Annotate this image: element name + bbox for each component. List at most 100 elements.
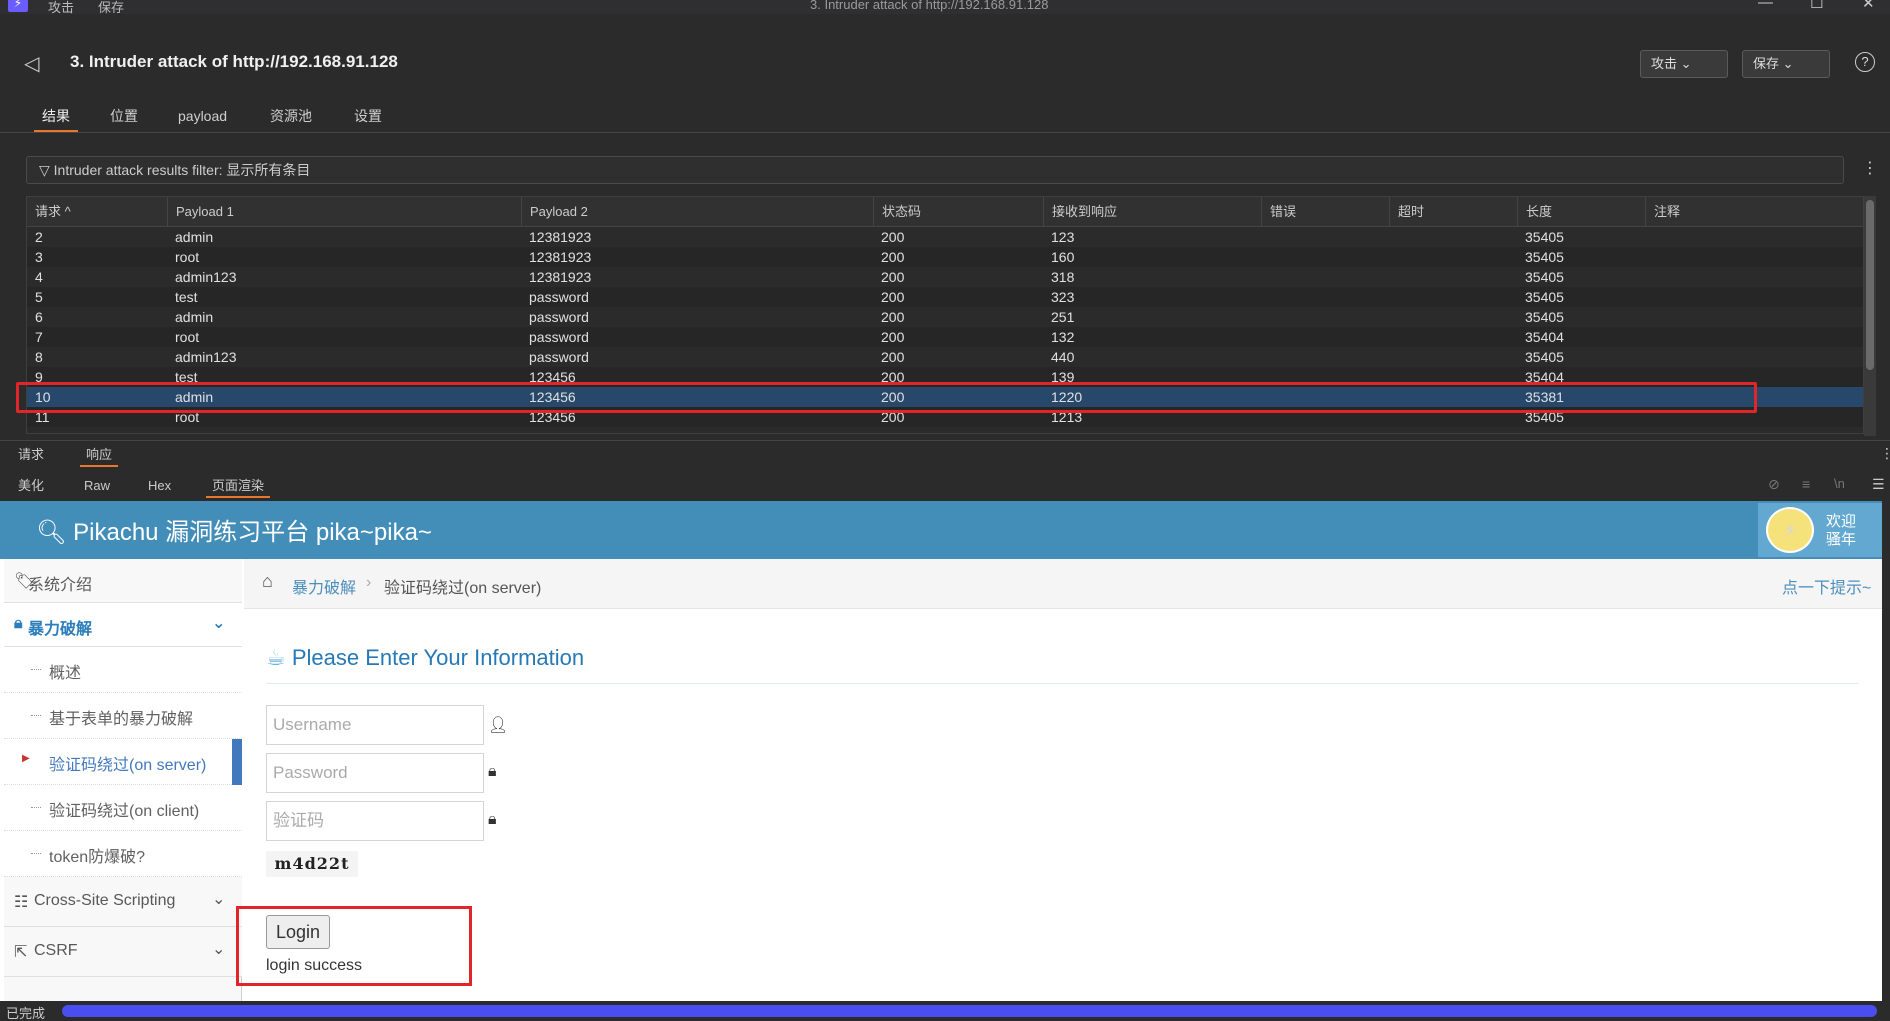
filter-icon: ▽ bbox=[39, 162, 54, 178]
progress-bar bbox=[62, 1005, 1877, 1017]
table-cell: 12381923 bbox=[529, 229, 592, 245]
table-row[interactable]: 7 root password 200 132 35404 bbox=[27, 327, 1863, 347]
sidebar-sub-form[interactable]: 基于表单的暴力破解 bbox=[4, 693, 242, 739]
heading-divider bbox=[266, 683, 1858, 684]
col-status[interactable]: 状态码 bbox=[873, 197, 1043, 227]
banner-title: 🔍︎ Pikachu 漏洞练习平台 pika~pika~ bbox=[36, 512, 432, 547]
sidebar-sub-captcha-server[interactable]: ▶ 验证码绕过(on server) bbox=[4, 739, 242, 785]
tab-payload[interactable]: payload bbox=[170, 106, 235, 132]
tab-request[interactable]: 请求 bbox=[12, 445, 50, 467]
table-cell: 200 bbox=[881, 229, 905, 245]
tab-raw[interactable]: Raw bbox=[78, 476, 116, 498]
more-options-icon[interactable]: ⋮ bbox=[1862, 158, 1878, 178]
col-payload2[interactable]: Payload 2 bbox=[521, 197, 873, 227]
sub-label: 概述 bbox=[49, 665, 82, 682]
close-icon[interactable]: ✕ bbox=[1862, 0, 1875, 12]
sub-label: 基于表单的暴力破解 bbox=[49, 711, 194, 728]
active-marker bbox=[232, 739, 242, 785]
table-cell: 8 bbox=[35, 349, 43, 365]
sub-label: 验证码绕过(on client) bbox=[49, 803, 200, 820]
col-timeout[interactable]: 超时 bbox=[1389, 197, 1517, 227]
pikachu-banner: 🔍︎ Pikachu 漏洞练习平台 pika~pika~ ⚡ 欢迎 骚年 bbox=[0, 501, 1882, 559]
tab-positions[interactable]: 位置 bbox=[102, 106, 146, 132]
table-row[interactable]: 6 admin password 200 251 35405 bbox=[27, 307, 1863, 327]
wrap-icon[interactable]: ≡ bbox=[1802, 476, 1810, 492]
sidebar-item-csrf[interactable]: ⇱ CSRF ⌄ bbox=[4, 927, 242, 977]
table-cell: 2 bbox=[35, 229, 43, 245]
breadcrumb-link[interactable]: 暴力破解 bbox=[292, 574, 356, 598]
attack-dropdown-button[interactable]: 攻击 ⌄ bbox=[1640, 50, 1728, 78]
tab-divider bbox=[0, 132, 1890, 133]
dots bbox=[31, 807, 41, 808]
table-cell: 35405 bbox=[1525, 229, 1564, 245]
table-cell: 123 bbox=[1051, 229, 1075, 245]
col-comment[interactable]: 注释 bbox=[1645, 197, 1863, 227]
menu-icon[interactable]: ☰ bbox=[1872, 476, 1885, 493]
sidebar-sub-captcha-client[interactable]: 验证码绕过(on client) bbox=[4, 785, 242, 831]
back-arrow-icon[interactable]: ◁ bbox=[24, 51, 39, 76]
sidebar-item-xss[interactable]: ☷ Cross-Site Scripting ⌄ bbox=[4, 877, 242, 927]
table-cell: 4 bbox=[35, 269, 43, 285]
save-dropdown-button[interactable]: 保存 ⌄ bbox=[1742, 50, 1830, 78]
tab-response[interactable]: 响应 bbox=[80, 445, 119, 467]
table-cell: password bbox=[529, 329, 589, 345]
list-icon: ☷ bbox=[14, 894, 29, 911]
highlight-box-login bbox=[236, 906, 472, 986]
sidebar-sub-overview[interactable]: 概述 bbox=[4, 647, 242, 693]
table-cell: 160 bbox=[1051, 249, 1075, 265]
table-cell: password bbox=[529, 289, 589, 305]
tab-settings[interactable]: 设置 bbox=[346, 106, 390, 132]
dots bbox=[31, 715, 41, 716]
password-input[interactable]: Password bbox=[266, 753, 484, 793]
col-request[interactable]: 请求 ^ bbox=[27, 197, 167, 227]
tab-results[interactable]: 结果 bbox=[34, 106, 78, 132]
table-cell: 251 bbox=[1051, 309, 1075, 325]
lock-icon: 🔒︎ bbox=[488, 763, 497, 780]
user-avatar[interactable]: ⚡ 欢迎 骚年 bbox=[1758, 503, 1882, 557]
sidebar-item-brute[interactable]: 🔒︎ 暴力破解 ⌄ bbox=[4, 603, 242, 647]
maximize-icon[interactable]: ☐ bbox=[1810, 0, 1823, 12]
scrollbar-thumb[interactable] bbox=[1866, 200, 1874, 370]
table-cell: 12381923 bbox=[529, 249, 592, 265]
col-length[interactable]: 长度 bbox=[1517, 197, 1645, 227]
col-response-received[interactable]: 接收到响应 bbox=[1043, 197, 1261, 227]
breadcrumb: ⌂ 暴力破解 › 验证码绕过(on server) 点一下提示~ bbox=[244, 559, 1882, 609]
tab-hex[interactable]: Hex bbox=[142, 476, 177, 498]
hide-icon[interactable]: ⊘ bbox=[1768, 476, 1780, 493]
table-cell: 200 bbox=[881, 309, 905, 325]
table-row[interactable]: 4 admin123 12381923 200 318 35405 bbox=[27, 267, 1863, 287]
table-cell: 200 bbox=[881, 269, 905, 285]
help-icon[interactable]: ? bbox=[1855, 52, 1875, 72]
captcha-image: m4d22t bbox=[266, 851, 358, 877]
key-icon: 🔍︎ bbox=[36, 519, 74, 546]
tab-pretty[interactable]: 美化 bbox=[12, 476, 50, 498]
results-filter-bar[interactable]: ▽ Intruder attack results filter: 显示所有条目 bbox=[26, 156, 1844, 184]
breadcrumb-current: 验证码绕过(on server) bbox=[384, 580, 542, 597]
burp-logo-icon: ⚡ bbox=[8, 0, 28, 12]
table-cell: 35405 bbox=[1525, 349, 1564, 365]
sidebar-xss-label: Cross-Site Scripting bbox=[34, 892, 176, 909]
home-icon[interactable]: ⌂ bbox=[262, 571, 273, 592]
captcha-input[interactable]: 验证码 bbox=[266, 801, 484, 841]
table-row[interactable]: 3 root 12381923 200 160 35405 bbox=[27, 247, 1863, 267]
tab-render[interactable]: 页面渲染 bbox=[206, 476, 271, 498]
table-row[interactable]: 2 admin 12381923 200 123 35405 bbox=[27, 227, 1863, 247]
table-row[interactable]: 5 test password 200 323 35405 bbox=[27, 287, 1863, 307]
minimize-icon[interactable]: — bbox=[1758, 0, 1773, 11]
table-cell: test bbox=[175, 289, 198, 305]
sidebar-item-intro[interactable]: 🏷︎ 系统介绍 bbox=[4, 559, 242, 603]
title-bar: ⚡ 攻击 保存 3. Intruder attack of http://192… bbox=[0, 0, 1890, 15]
tab-resource-pool[interactable]: 资源池 bbox=[262, 106, 320, 132]
username-input[interactable]: Username bbox=[266, 705, 484, 745]
table-cell: 3 bbox=[35, 249, 43, 265]
table-scrollbar[interactable] bbox=[1864, 196, 1876, 436]
col-payload1[interactable]: Payload 1 bbox=[167, 197, 521, 227]
sidebar-sub-token[interactable]: token防爆破? bbox=[4, 831, 242, 877]
table-cell: 35405 bbox=[1525, 289, 1564, 305]
hint-link[interactable]: 点一下提示~ bbox=[1782, 574, 1871, 598]
newline-icon[interactable]: \n bbox=[1834, 476, 1845, 491]
sub-label: 验证码绕过(on server) bbox=[49, 757, 207, 774]
more-options-icon[interactable]: ⋮ bbox=[1880, 445, 1890, 462]
col-error[interactable]: 错误 bbox=[1261, 197, 1389, 227]
table-row[interactable]: 8 admin123 password 200 440 35405 bbox=[27, 347, 1863, 367]
